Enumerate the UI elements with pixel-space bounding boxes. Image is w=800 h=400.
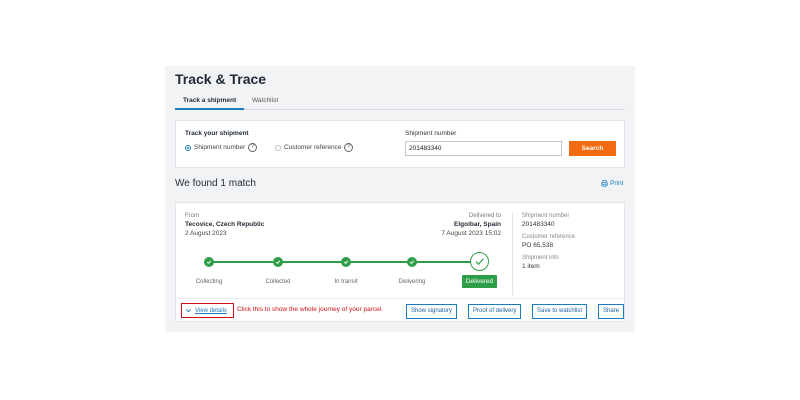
info-key: Shipment number — [522, 213, 570, 219]
from-label: From — [185, 213, 199, 219]
step-delivering-check-icon — [407, 257, 417, 267]
step-label-collected: Collected — [265, 279, 291, 285]
help-icon[interactable]: ? — [248, 143, 258, 152]
info-value: PO 65.538 — [522, 242, 554, 249]
info-customer-reference: Customer reference PO 65.538 — [522, 234, 575, 249]
track-trace-panel: Track & Trace Track a shipment Watchlist… — [165, 66, 635, 332]
save-to-watchlist-button[interactable]: Save to watchlist — [532, 304, 588, 319]
radio-customer-reference-label: Customer reference — [284, 144, 342, 151]
view-details-label: View details — [195, 307, 227, 314]
page-title: Track & Trace — [175, 71, 267, 87]
step-in-transit-check-icon — [341, 257, 351, 267]
track-your-shipment-label: Track your shipment — [185, 130, 249, 137]
help-icon[interactable]: ? — [344, 143, 354, 152]
tab-track-shipment[interactable]: Track a shipment — [174, 97, 245, 110]
print-link[interactable]: Print — [601, 180, 623, 187]
shipment-number-field-label: Shipment number — [405, 130, 457, 137]
delivered-to-location: Elgoibar, Spain — [454, 221, 501, 228]
delivered-to-label: Delivered to — [468, 213, 501, 219]
delivered-date: 7 August 2023 15:02 — [441, 230, 501, 237]
radio-customer-reference[interactable]: Customer reference ? — [275, 143, 354, 152]
step-label-in-transit: In transit — [334, 279, 358, 285]
step-label-collecting: Collecting — [195, 279, 223, 285]
print-label: Print — [610, 180, 624, 187]
share-button[interactable]: Share — [598, 304, 625, 319]
radio-shipment-number-label: Shipment number — [194, 144, 246, 151]
shipment-result-card: From Tecovice, Czech Republic 2 August 2… — [175, 202, 625, 322]
step-delivered-check-icon — [470, 252, 489, 271]
annotation-text: Click this to show the whole journey of … — [237, 306, 383, 313]
info-key: Customer reference — [522, 234, 576, 240]
info-shipment-info: Shipment info 1 item — [522, 255, 559, 270]
radio-shipment-number[interactable]: Shipment number ? — [185, 143, 258, 152]
search-card: Track your shipment Shipment number ? Cu… — [175, 120, 625, 168]
info-value: 201483340 — [522, 221, 555, 228]
results-heading: We found 1 match — [175, 178, 256, 189]
show-signatory-button[interactable]: Show signatory — [406, 304, 458, 319]
radio-unselected-icon — [275, 144, 281, 151]
step-collecting-check-icon — [204, 257, 214, 267]
tab-watchlist[interactable]: Watchlist — [252, 97, 278, 104]
radio-selected-icon — [185, 144, 191, 151]
proof-of-delivery-button[interactable]: Proof of delivery — [468, 304, 522, 319]
divider — [512, 213, 513, 295]
from-location: Tecovice, Czech Republic — [185, 221, 265, 228]
chevron-down-icon — [186, 309, 191, 313]
search-button[interactable]: Search — [569, 141, 616, 156]
status-badge-delivered: Delivered — [462, 275, 497, 288]
divider — [176, 298, 624, 299]
info-key: Shipment info — [522, 255, 559, 261]
step-collected-check-icon — [273, 257, 283, 267]
info-value: 1 item — [522, 263, 540, 270]
step-label-delivering: Delivering — [398, 279, 426, 285]
info-shipment-number: Shipment number 201483340 — [522, 213, 569, 228]
shipment-number-input[interactable]: 201483340 — [405, 141, 562, 156]
tab-bar: Track a shipment Watchlist — [174, 96, 625, 110]
view-details-button[interactable]: View details — [181, 303, 234, 318]
printer-icon — [601, 180, 608, 187]
from-date: 2 August 2023 — [185, 230, 227, 237]
